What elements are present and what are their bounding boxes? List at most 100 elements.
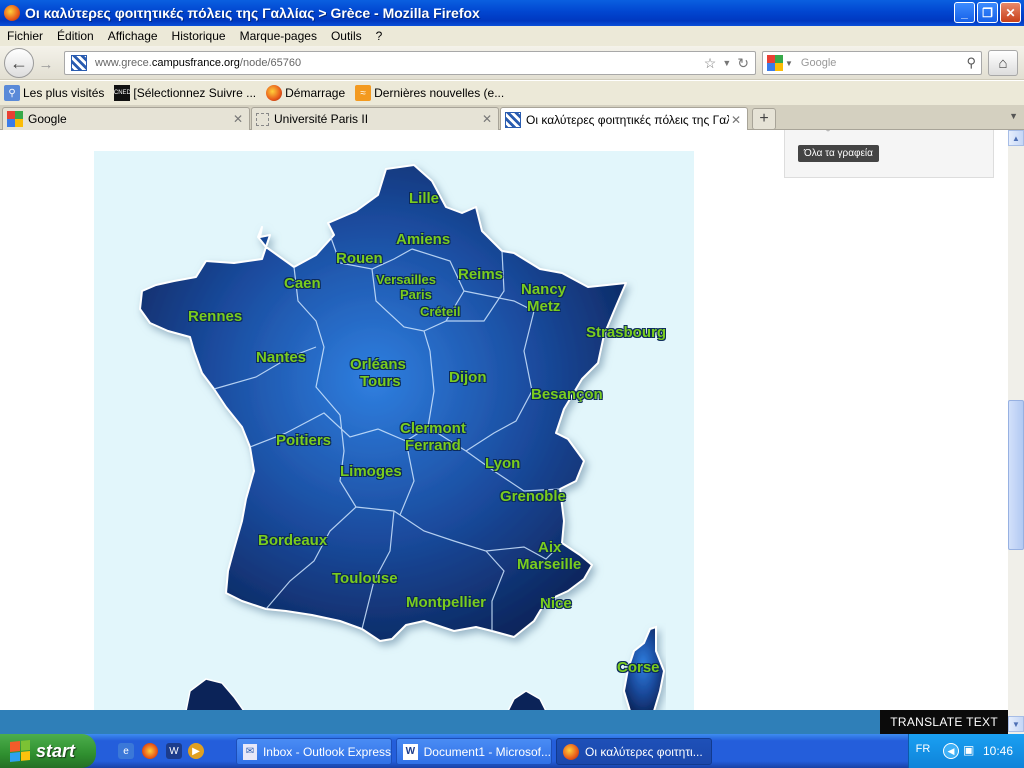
- menu-historique[interactable]: Historique: [165, 29, 233, 43]
- bookmark-cned[interactable]: CNED [Sélectionnez Suivre ...: [114, 85, 256, 101]
- city-label-poitiers: Poitiers: [276, 432, 332, 449]
- city-label-caen: Caen: [284, 275, 321, 292]
- url-tools: ☆ ▼ ↻: [704, 55, 749, 72]
- search-engine-dropdown-icon[interactable]: ▼: [785, 59, 793, 68]
- tab-campusfrance[interactable]: Οι καλύτερες φοιτητικές πόλεις της Γαλλί…: [500, 107, 748, 131]
- network-icon[interactable]: ▣: [963, 743, 979, 759]
- city-label-aix: Aix: [538, 539, 562, 556]
- city-label-grenoble: Grenoble: [500, 488, 566, 505]
- city-label-toulouse: Toulouse: [332, 570, 398, 587]
- city-label-reims: Reims: [458, 266, 504, 283]
- tab-google[interactable]: Google ✕: [2, 107, 250, 130]
- tab-list-dropdown-icon[interactable]: ▼: [1009, 111, 1018, 121]
- tab-label: Google: [28, 112, 67, 126]
- forward-button[interactable]: →: [36, 54, 56, 74]
- window-title-bar[interactable]: Οι καλύτερες φοιτητικές πόλεις της Γαλλί…: [0, 0, 1024, 26]
- city-label-montpellier: Montpellier: [406, 594, 487, 611]
- url-domain: campusfrance.org: [151, 57, 240, 69]
- menu-edition[interactable]: Édition: [50, 29, 101, 43]
- task-word-document[interactable]: W Document1 - Microsof...: [396, 738, 552, 765]
- southern-land-shape-2: [507, 690, 547, 710]
- windows-taskbar: start e W ▶ ✉ Inbox - Outlook Express W …: [0, 734, 1024, 768]
- search-input[interactable]: Google: [801, 57, 967, 69]
- url-prefix: www.grece.: [95, 57, 152, 69]
- site-identity-icon[interactable]: [71, 55, 87, 71]
- back-button[interactable]: ←: [4, 48, 34, 78]
- bookmark-label: [Sélectionnez Suivre ...: [133, 86, 257, 100]
- city-label-dijon: Dijon: [449, 369, 487, 386]
- back-arrow-icon: ←: [10, 52, 28, 73]
- city-label-lyon: Lyon: [485, 455, 521, 472]
- tab-label: Université Paris II: [274, 112, 369, 126]
- history-dropdown-icon[interactable]: ▼: [722, 58, 731, 68]
- magnifier-icon[interactable]: ⚲: [966, 55, 976, 71]
- new-tab-button[interactable]: +: [752, 108, 776, 130]
- menu-help[interactable]: ?: [369, 29, 390, 43]
- url-bar[interactable]: www.grece.campusfrance.org/node/65760 ☆ …: [64, 51, 756, 75]
- scrollbar-thumb[interactable]: [1008, 400, 1024, 550]
- task-firefox[interactable]: Οι καλύτερες φοιτητι...: [556, 738, 712, 765]
- tab-close-icon[interactable]: ✕: [231, 112, 245, 126]
- city-label-bordeaux: Bordeaux: [258, 532, 328, 549]
- windows-logo-icon: [10, 739, 30, 763]
- city-label-strasbourg: Strasbourg: [586, 324, 667, 341]
- city-label-besancon: Besançon: [531, 386, 603, 403]
- url-text[interactable]: www.grece.campusfrance.org/node/65760: [95, 57, 704, 69]
- minimize-button[interactable]: _: [954, 2, 975, 23]
- firefox-icon: [563, 743, 579, 760]
- media-quicklaunch-icon[interactable]: ▶: [188, 743, 204, 759]
- task-label: Document1 - Microsof...: [423, 744, 551, 759]
- google-search-engine-icon[interactable]: [767, 55, 783, 71]
- clock[interactable]: 10:46: [983, 744, 1013, 758]
- outlook-icon: ✉: [243, 743, 257, 760]
- vertical-scrollbar[interactable]: ▲ ▼: [1008, 130, 1024, 734]
- reload-icon[interactable]: ↻: [737, 55, 749, 72]
- menu-outils[interactable]: Outils: [324, 29, 369, 43]
- system-tray: FR ◀ ▣ 10:46: [908, 734, 1024, 768]
- word-quicklaunch-icon[interactable]: W: [166, 743, 182, 759]
- city-label-nancy: Nancy: [521, 281, 567, 298]
- tab-close-icon[interactable]: ✕: [480, 112, 494, 126]
- city-label-marseille: Marseille: [517, 556, 582, 573]
- menu-fichier[interactable]: Fichier: [0, 29, 50, 43]
- bookmark-news[interactable]: ≈ Dernières nouvelles (e...: [355, 85, 504, 101]
- city-label-creteil: Créteil: [420, 304, 461, 319]
- ie-quicklaunch-icon[interactable]: e: [118, 743, 134, 759]
- scroll-up-arrow-icon[interactable]: ▲: [1008, 130, 1024, 146]
- panel-decoration: ●: [825, 130, 831, 135]
- scroll-down-arrow-icon[interactable]: ▼: [1008, 716, 1024, 732]
- menu-affichage[interactable]: Affichage: [101, 29, 165, 43]
- page-footer-strip: TRANSLATE TEXT: [0, 710, 1008, 734]
- menu-marque-pages[interactable]: Marque-pages: [233, 29, 324, 43]
- home-button[interactable]: ⌂: [988, 50, 1018, 76]
- task-outlook-express[interactable]: ✉ Inbox - Outlook Express: [236, 738, 392, 765]
- start-button[interactable]: start: [0, 734, 96, 768]
- bookmark-demarrage[interactable]: Démarrage: [266, 85, 345, 101]
- show-hidden-icons-chevron-icon[interactable]: ◀: [943, 743, 959, 759]
- bookmark-label: Démarrage: [285, 86, 346, 100]
- window-controls: _ ❐ ✕: [954, 2, 1021, 23]
- bookmark-label: Dernières nouvelles (e...: [374, 86, 505, 100]
- tab-bar: Google ✕ Université Paris II ✕ Οι καλύτε…: [0, 105, 1024, 131]
- bookmark-label: Les plus visités: [23, 86, 105, 100]
- url-path: /node/65760: [239, 57, 302, 69]
- city-label-rennes: Rennes: [188, 308, 243, 325]
- language-indicator[interactable]: FR: [909, 743, 937, 755]
- firefox-quicklaunch-icon[interactable]: [142, 743, 158, 759]
- tab-close-icon[interactable]: ✕: [729, 113, 743, 127]
- close-button[interactable]: ✕: [1000, 2, 1021, 23]
- translate-text-button[interactable]: TRANSLATE TEXT: [880, 710, 1008, 734]
- bookmark-most-visited[interactable]: ⚲ Les plus visités: [4, 85, 104, 101]
- search-bar[interactable]: ▼ Google ⚲: [762, 51, 982, 75]
- offices-panel: ● Όλα τα γραφεία: [784, 130, 994, 178]
- maximize-button[interactable]: ❐: [977, 2, 998, 23]
- search-icon: ⚲: [4, 85, 20, 101]
- bookmark-star-icon[interactable]: ☆: [704, 55, 717, 72]
- all-offices-button[interactable]: Όλα τα γραφεία: [798, 145, 879, 162]
- task-label: Inbox - Outlook Express: [262, 744, 391, 759]
- firefox-icon: [4, 5, 20, 21]
- tab-universite-paris[interactable]: Université Paris II ✕: [251, 107, 499, 130]
- blank-page-icon: [256, 112, 269, 126]
- bookmarks-toolbar: ⚲ Les plus visités CNED [Sélectionnez Su…: [0, 81, 1024, 105]
- site-icon: [505, 111, 521, 128]
